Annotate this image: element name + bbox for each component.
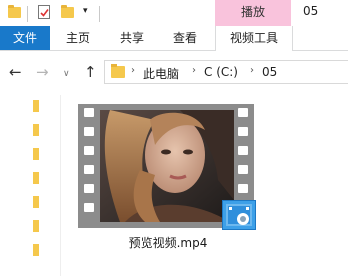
- quick-access-divider: [27, 6, 28, 22]
- film-hole: [84, 127, 94, 136]
- customize-dropdown-icon[interactable]: ▾: [83, 6, 88, 16]
- pane-divider: [60, 95, 61, 276]
- recent-locations-chevron-icon[interactable]: ∨: [63, 66, 70, 82]
- tab-home[interactable]: 主页: [66, 26, 90, 50]
- thumbnail-frame: [100, 110, 234, 222]
- video-file-icon: [222, 200, 256, 230]
- address-bar[interactable]: › 此电脑 › C (C:) › 05: [104, 60, 348, 84]
- breadcrumb-separator[interactable]: ›: [250, 65, 254, 76]
- film-hole: [84, 184, 94, 193]
- folder-icon[interactable]: [33, 148, 39, 160]
- portrait-photo: [100, 110, 234, 222]
- file-item-video[interactable]: 预览视频.mp4: [74, 100, 270, 260]
- folder-icon[interactable]: [8, 5, 21, 18]
- navigation-bar: ← → ∨ ↑ › 此电脑 › C (C:) › 05: [0, 51, 348, 95]
- new-folder-icon[interactable]: [61, 5, 74, 18]
- folder-icon[interactable]: [33, 124, 39, 136]
- tab-share[interactable]: 共享: [120, 26, 144, 50]
- folder-icon[interactable]: [33, 100, 39, 112]
- breadcrumb-folder-05[interactable]: 05: [262, 65, 277, 79]
- film-hole: [238, 184, 248, 193]
- folder-icon[interactable]: [33, 220, 39, 232]
- tab-view[interactable]: 查看: [173, 26, 197, 50]
- properties-check-icon[interactable]: [38, 5, 50, 19]
- tab-video-tools[interactable]: 视频工具: [215, 26, 293, 51]
- quick-access-divider: [99, 6, 100, 22]
- film-hole: [238, 127, 248, 136]
- window-title: 05: [303, 4, 319, 18]
- title-bar: ▾ 播放 05: [0, 0, 348, 26]
- breadcrumb-separator[interactable]: ›: [192, 65, 196, 76]
- film-hole: [84, 165, 94, 174]
- breadcrumb-c-drive[interactable]: C (C:): [204, 65, 238, 79]
- film-hole: [84, 203, 94, 212]
- up-arrow-icon[interactable]: ↑: [84, 64, 97, 80]
- back-arrow-icon[interactable]: ←: [9, 64, 22, 80]
- film-hole: [238, 165, 248, 174]
- film-hole: [238, 108, 248, 117]
- breadcrumb-this-pc[interactable]: 此电脑: [143, 65, 179, 82]
- forward-arrow-icon[interactable]: →: [36, 64, 49, 80]
- file-name-label[interactable]: 预览视频.mp4: [74, 234, 262, 251]
- ribbon-tabs: 文件 主页 共享 查看 视频工具: [0, 26, 348, 51]
- folder-icon[interactable]: [33, 172, 39, 184]
- breadcrumb-separator[interactable]: ›: [131, 65, 135, 76]
- tab-file[interactable]: 文件: [0, 26, 50, 50]
- film-hole: [84, 146, 94, 155]
- folder-icon: [111, 64, 125, 78]
- context-tab-play[interactable]: 播放: [215, 0, 291, 26]
- film-hole: [84, 108, 94, 117]
- folder-icon[interactable]: [33, 196, 39, 208]
- film-hole: [238, 146, 248, 155]
- folder-icon[interactable]: [33, 244, 39, 256]
- navigation-pane: [0, 95, 60, 276]
